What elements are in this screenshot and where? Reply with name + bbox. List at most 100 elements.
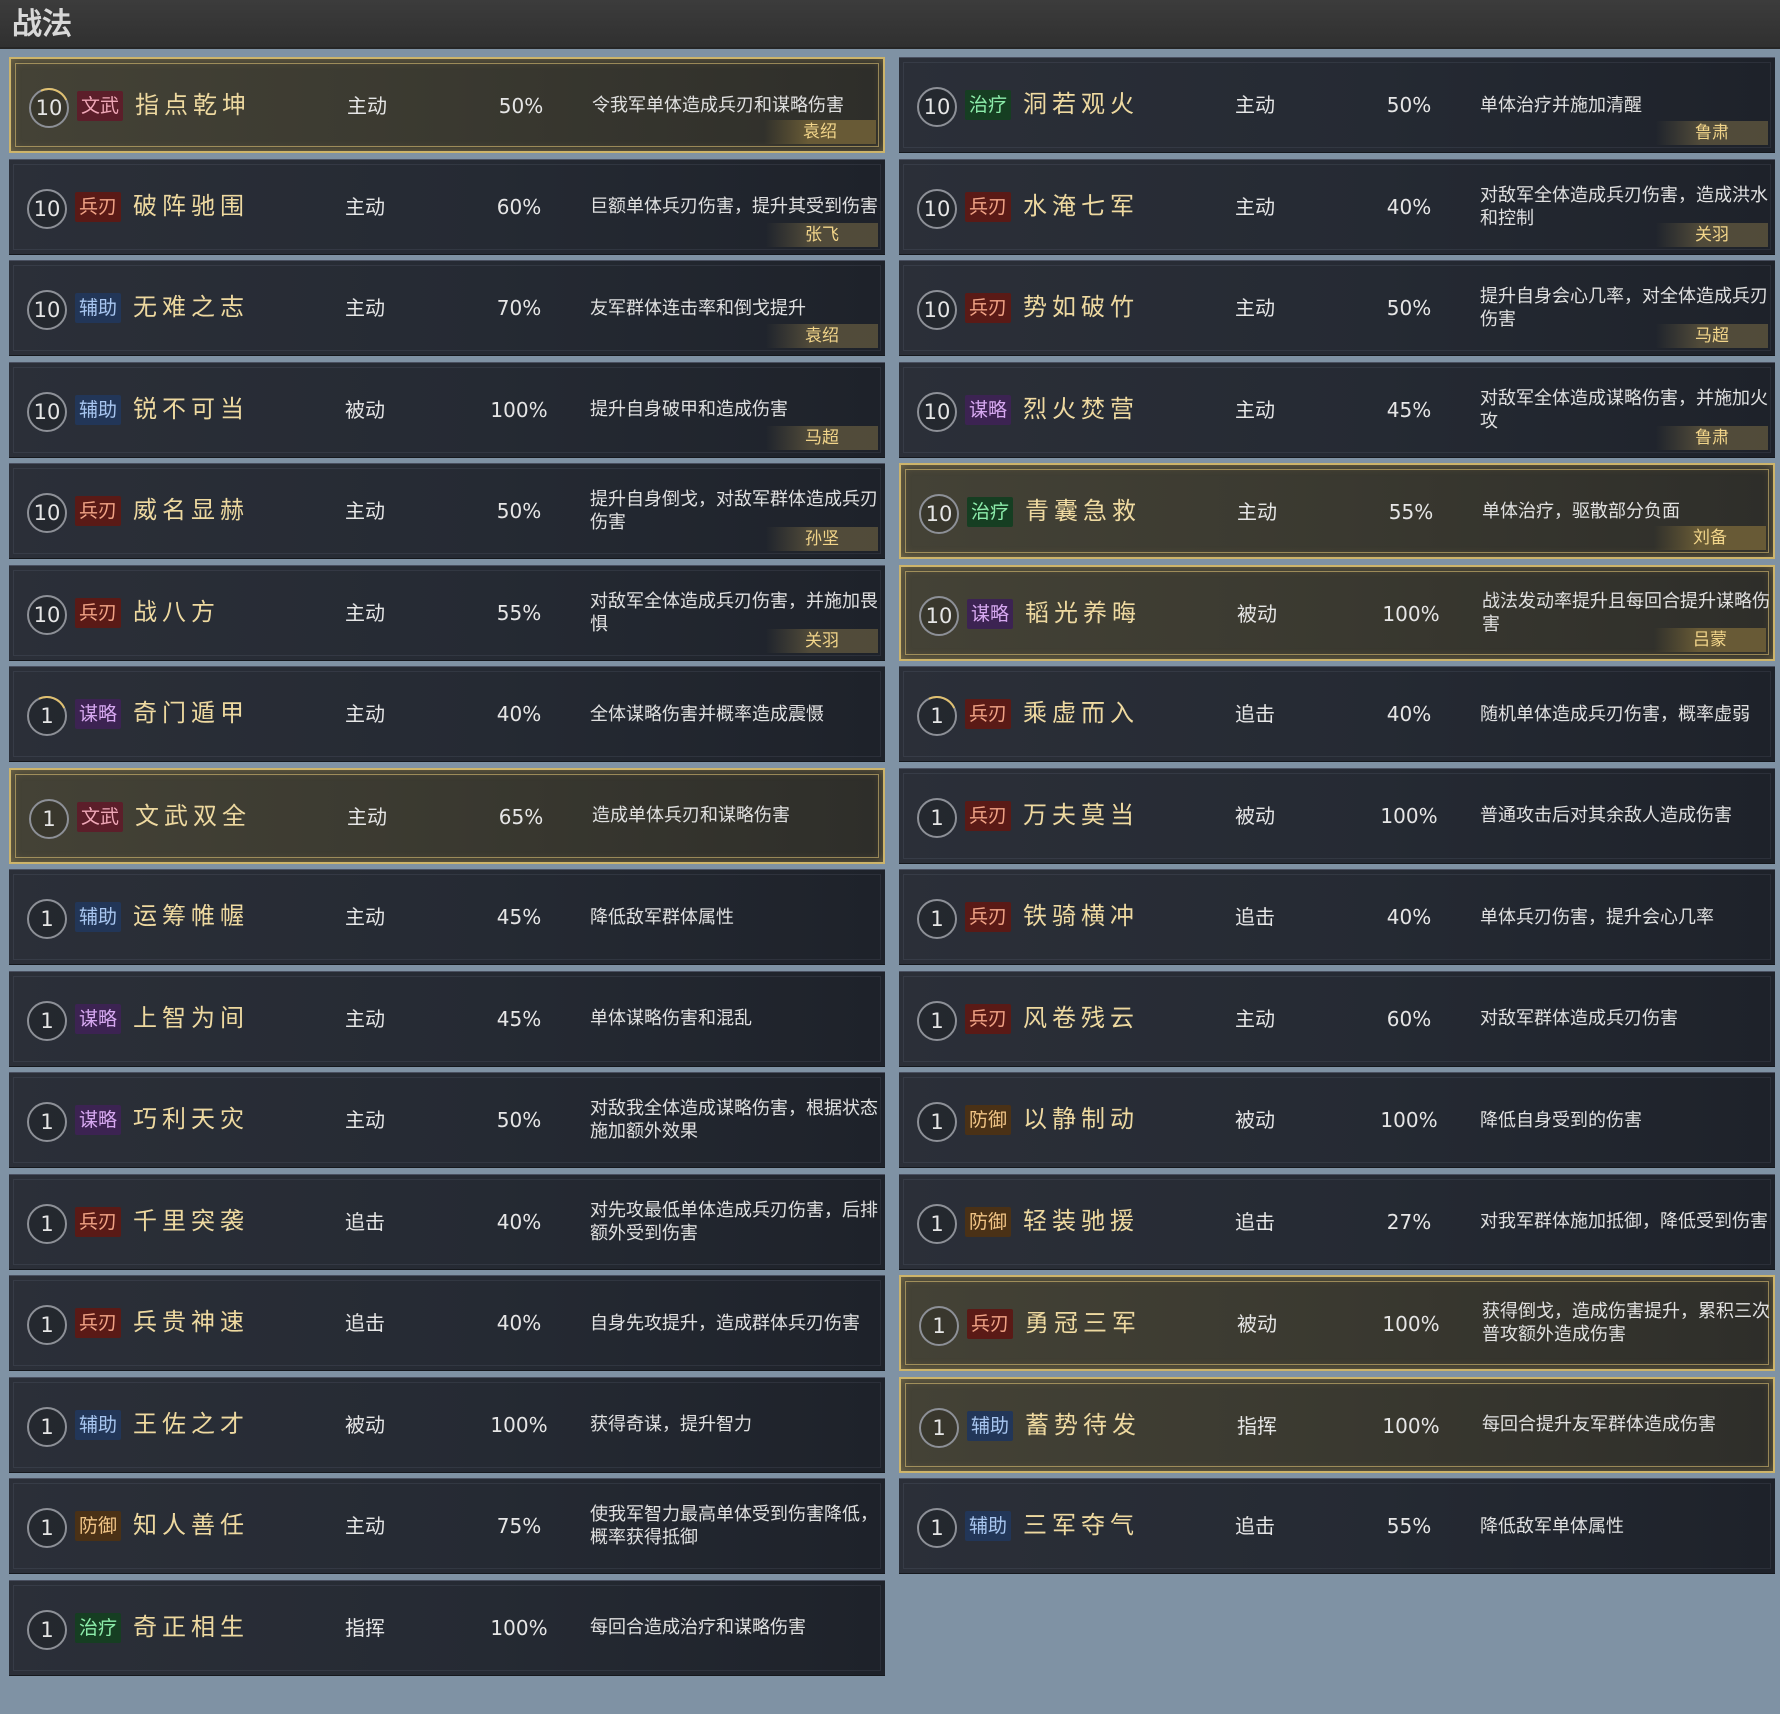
- category-tag: 兵刃: [965, 1003, 1012, 1034]
- tactic-card[interactable]: 1 谋略 上智为间 主动 45% 单体谋略伤害和混乱: [9, 970, 885, 1067]
- level-value: 10: [923, 196, 951, 221]
- tactic-card[interactable]: 10 兵刃 战八方 主动 55% 对敌军全体造成兵刃伤害，并施加畏惧 关羽: [9, 564, 885, 661]
- tactic-name: 蓄势待发: [1025, 1410, 1141, 1439]
- tactics-list-left: 10 文武 指点乾坤 主动 50% 令我军单体造成兵刃和谋略伤害 袁绍 10 兵刃 破阵驰围 主动 6…: [9, 57, 885, 1681]
- tactic-card[interactable]: 10 兵刃 势如破竹 主动 50% 提升自身会心几率，对全体造成兵刃伤害 马超: [899, 260, 1775, 356]
- tactic-card[interactable]: 1 兵刃 兵贵神速 追击 40% 自身先攻提升，造成群体兵刃伤害: [9, 1275, 885, 1371]
- tactic-name: 上智为间: [133, 1003, 249, 1032]
- tactic-card[interactable]: 1 辅助 王佐之才 被动 100% 获得奇谋，提升智力: [9, 1376, 885, 1473]
- tactic-type: 主动: [345, 499, 385, 523]
- tactic-card[interactable]: 1 文武 文武双全 主动 65% 造成单体兵刃和谋略伤害: [9, 767, 885, 864]
- tactic-card[interactable]: 1 谋略 奇门遁甲 主动 40% 全体谋略伤害并概率造成震慑: [9, 666, 885, 762]
- tactic-card[interactable]: 10 辅助 无难之志 主动 70% 友军群体连击率和倒戈提升 袁绍: [9, 260, 885, 356]
- tactic-name: 千里突袭: [133, 1206, 249, 1235]
- category-tag: 兵刃: [967, 1309, 1014, 1339]
- level-badge: 1: [27, 899, 67, 939]
- tactic-card[interactable]: 1 辅助 三军夺气 追击 55% 降低敌军单体属性: [899, 1478, 1775, 1574]
- tactic-card[interactable]: 1 防御 以静制动 被动 100% 降低自身受到的伤害: [899, 1072, 1775, 1168]
- tactic-card[interactable]: 10 治疗 青囊急救 主动 55% 单体治疗，驱散部分负面 刘备: [899, 463, 1775, 559]
- level-badge: 1: [917, 1203, 957, 1244]
- general-label: 吕蒙: [1654, 627, 1766, 652]
- tactic-type: 追击: [1235, 1514, 1275, 1538]
- level-badge: 1: [27, 1000, 67, 1041]
- tactic-card[interactable]: 1 辅助 蓄势待发 指挥 100% 每回合提升友军群体造成伤害: [899, 1376, 1775, 1473]
- tactic-card[interactable]: 1 兵刃 铁骑横冲 追击 40% 单体兵刃伤害，提升会心几率: [899, 869, 1775, 965]
- category-tag: 文武: [77, 801, 124, 832]
- tactic-type: 主动: [345, 1006, 385, 1031]
- tactic-name: 巧利天灾: [133, 1105, 249, 1133]
- tactic-card[interactable]: 10 谋略 韬光养晦 被动 100% 战法发动率提升且每回合提升谋略伤害 吕蒙: [899, 564, 1775, 661]
- level-badge: 1: [27, 1406, 67, 1447]
- trigger-rate: 75%: [496, 1514, 542, 1538]
- tactic-card[interactable]: 1 防御 轻装驰援 追击 27% 对我军群体施加抵御，降低受到伤害: [899, 1173, 1775, 1270]
- category-tag: 谋略: [75, 1105, 122, 1135]
- tactic-description: 对敌军群体造成兵刃伤害: [1480, 972, 1768, 1066]
- tactic-description-text: 单体治疗并施加清醒: [1480, 94, 1642, 116]
- tactic-name: 烈火焚营: [1023, 394, 1139, 423]
- general-label: 张飞: [766, 222, 878, 247]
- general-label: 袁绍: [764, 120, 876, 144]
- level-badge: 1: [917, 1508, 957, 1548]
- trigger-rate: 40%: [1386, 905, 1432, 929]
- tactic-description: 对敌我全体造成谋略伤害，根据状态施加额外效果: [590, 1073, 878, 1167]
- level-badge: 10: [917, 188, 957, 229]
- tactic-description: 单体谋略伤害和混乱: [590, 972, 878, 1066]
- general-label: 鲁肃: [1656, 121, 1768, 145]
- tactic-card[interactable]: 1 兵刃 万夫莫当 被动 100% 普通攻击后对其余敌人造成伤害: [899, 767, 1775, 864]
- tactic-card[interactable]: 1 兵刃 勇冠三军 被动 100% 获得倒戈，造成伤害提升，累积三次普攻额外造成伤害: [899, 1275, 1775, 1371]
- level-badge: 10: [919, 494, 959, 534]
- tactic-card[interactable]: 10 谋略 烈火焚营 主动 45% 对敌军全体造成谋略伤害，并施加火攻 鲁肃: [899, 361, 1775, 458]
- tactic-name: 文武双全: [135, 801, 251, 830]
- tactic-description: 降低自身受到的伤害: [1480, 1073, 1768, 1167]
- level-value: 1: [40, 1617, 54, 1642]
- category-tag: 谋略: [75, 1003, 122, 1034]
- trigger-rate: 40%: [496, 1209, 542, 1234]
- tactic-description-text: 单体谋略伤害和混乱: [590, 1008, 752, 1029]
- trigger-rate: 55%: [1388, 500, 1434, 524]
- tactic-card[interactable]: 1 兵刃 千里突袭 追击 40% 对先攻最低单体造成兵刃伤害，后排额外受到伤害: [9, 1173, 885, 1270]
- level-value: 1: [930, 805, 944, 830]
- category-tag: 兵刃: [75, 597, 122, 628]
- level-value: 1: [40, 907, 54, 931]
- tactic-card[interactable]: 10 文武 指点乾坤 主动 50% 令我军单体造成兵刃和谋略伤害 袁绍: [9, 57, 885, 153]
- tactic-card[interactable]: 1 谋略 巧利天灾 主动 50% 对敌我全体造成谋略伤害，根据状态施加额外效果: [9, 1072, 885, 1168]
- trigger-rate: 60%: [1386, 1006, 1432, 1031]
- level-value: 10: [923, 399, 951, 424]
- level-value: 1: [40, 1008, 54, 1033]
- tactic-card[interactable]: 10 治疗 洞若观火 主动 50% 单体治疗并施加清醒 鲁肃: [899, 57, 1775, 153]
- tactic-type: 主动: [345, 905, 385, 929]
- tactic-card[interactable]: 10 兵刃 威名显赫 主动 50% 提升自身倒戈，对敌军群体造成兵刃伤害 孙坚: [9, 463, 885, 559]
- trigger-rate: 27%: [1386, 1209, 1432, 1234]
- tactic-description: 每回合提升友军群体造成伤害: [1482, 1379, 1770, 1471]
- tactic-type: 指挥: [345, 1615, 385, 1640]
- tactic-card[interactable]: 1 辅助 运筹帷幄 主动 45% 降低敌军群体属性: [9, 869, 885, 965]
- tactic-description-text: 全体谋略伤害并概率造成震慑: [590, 703, 824, 725]
- category-tag: 谋略: [965, 394, 1012, 425]
- level-badge: 1: [919, 1407, 959, 1448]
- tactic-card[interactable]: 1 治疗 奇正相生 指挥 100% 每回合造成治疗和谋略伤害: [9, 1579, 885, 1676]
- category-tag: 辅助: [75, 293, 122, 323]
- tactic-type: 指挥: [1237, 1413, 1277, 1438]
- tactic-type: 主动: [1235, 93, 1275, 117]
- level-value: 1: [930, 1516, 944, 1540]
- tactic-card[interactable]: 10 辅助 锐不可当 被动 100% 提升自身破甲和造成伤害 马超: [9, 361, 885, 458]
- category-tag: 兵刃: [75, 496, 122, 526]
- tactic-description: 获得倒戈，造成伤害提升，累积三次普攻额外造成伤害: [1482, 1277, 1770, 1369]
- tactic-card[interactable]: 1 兵刃 风卷残云 主动 60% 对敌军群体造成兵刃伤害: [899, 970, 1775, 1067]
- tactic-type: 被动: [1237, 601, 1277, 626]
- page-title: 战法: [0, 0, 1780, 49]
- tactic-name: 兵贵神速: [133, 1308, 249, 1336]
- tactic-card[interactable]: 1 防御 知人善任 主动 75% 使我军智力最高单体受到伤害降低，概率获得抵御: [9, 1478, 885, 1574]
- tactic-name: 锐不可当: [133, 394, 249, 423]
- tactic-name: 以静制动: [1023, 1105, 1139, 1133]
- level-value: 10: [925, 603, 953, 628]
- tactic-card[interactable]: 10 兵刃 破阵驰围 主动 60% 巨额单体兵刃伤害，提升其受到伤害 张飞: [9, 158, 885, 255]
- general-label: 袁绍: [766, 324, 878, 348]
- tactic-card[interactable]: 10 兵刃 水淹七军 主动 40% 对敌军全体造成兵刃伤害，造成洪水和控制 关羽: [899, 158, 1775, 255]
- level-value: 1: [40, 1414, 54, 1439]
- tactic-type: 追击: [1235, 702, 1275, 726]
- tactic-card[interactable]: 1 兵刃 乘虚而入 追击 40% 随机单体造成兵刃伤害，概率虚弱: [899, 666, 1775, 762]
- category-tag: 辅助: [965, 1511, 1012, 1541]
- level-badge: 10: [27, 188, 67, 229]
- tactic-type: 主动: [347, 94, 387, 118]
